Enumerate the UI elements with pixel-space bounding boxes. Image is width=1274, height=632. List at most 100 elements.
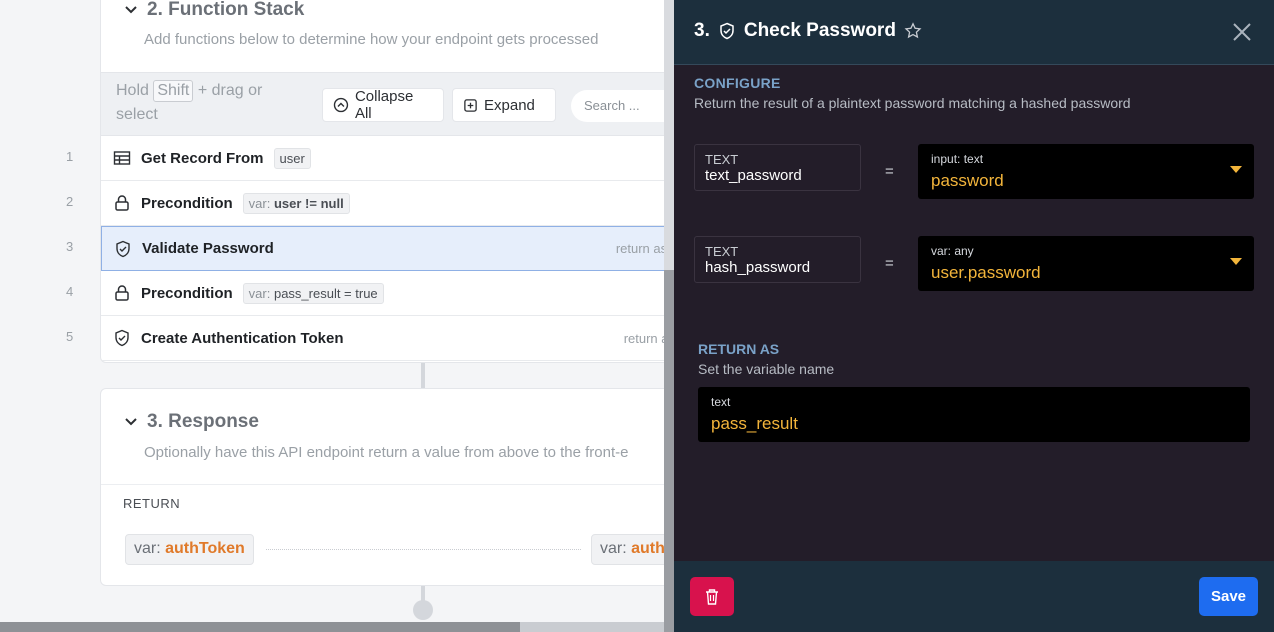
response-header[interactable]: 3. Response: [123, 411, 259, 433]
lock-icon: [115, 195, 129, 211]
pill-value: authToken: [165, 540, 245, 557]
expand-button[interactable]: Expand: [452, 88, 556, 122]
function-row-5[interactable]: Create Authentication Token return as: [101, 316, 674, 361]
add-step-knob[interactable]: [413, 600, 433, 620]
param-name: hash_password: [705, 259, 811, 276]
value-type: input: text: [931, 152, 984, 166]
search-input[interactable]: Search ...: [571, 90, 674, 122]
panel-header: 3. Check Password: [674, 0, 1274, 65]
stack-toolbar: Hold Shift + drag or select Collapse All…: [101, 72, 674, 136]
return-label: RETURN: [123, 496, 181, 511]
connector-line: [421, 363, 425, 388]
chevron-down-icon[interactable]: [123, 414, 139, 430]
function-settings-panel: 3. Check Password CONFIGURE Return the r…: [674, 0, 1274, 632]
expand-label: Expand: [484, 96, 535, 114]
collapse-all-button[interactable]: Collapse All: [322, 88, 444, 122]
shield-check-icon: [720, 22, 734, 40]
close-icon[interactable]: [1230, 20, 1254, 44]
hash-password-value-select[interactable]: var: any user.password: [918, 236, 1254, 291]
function-row-4[interactable]: Precondition var: pass_result = true: [101, 271, 674, 316]
chip-key: var:: [248, 285, 271, 301]
response-title: 3. Response: [147, 411, 259, 432]
response-card: 3. Response Optionally have this API end…: [100, 388, 674, 586]
equals-sign: =: [885, 255, 894, 272]
return-variable-value[interactable]: pass_result: [711, 413, 1237, 435]
pill-key: var:: [134, 540, 161, 557]
response-subtitle: Optionally have this API endpoint return…: [144, 444, 629, 461]
function-row-2[interactable]: Precondition var: user != null: [101, 181, 674, 226]
collapse-all-label: Collapse All: [354, 88, 414, 122]
function-title: Get Record From: [141, 149, 264, 167]
value-type: var: any: [931, 244, 974, 258]
panel-title: 3. Check Password: [694, 20, 922, 42]
table-chip: user: [273, 147, 311, 169]
chip-key: var:: [248, 195, 271, 211]
shift-key: Shift: [153, 80, 194, 102]
param-text-password: TEXT text_password: [694, 144, 861, 191]
equals-sign: =: [885, 163, 894, 180]
delete-button[interactable]: [690, 577, 734, 616]
function-list: Get Record From user ret Precondition va…: [101, 136, 674, 361]
chevron-down-icon[interactable]: [123, 2, 139, 18]
panel-footer: Save: [674, 561, 1274, 632]
dotted-connector: [266, 549, 581, 550]
star-icon[interactable]: [904, 22, 922, 40]
param-type: TEXT: [705, 244, 739, 259]
function-title: Validate Password: [142, 240, 274, 257]
panel-title-text: Check Password: [743, 20, 896, 41]
expand-icon: [464, 98, 477, 112]
vertical-scrollbar[interactable]: [664, 0, 674, 632]
value: user.password: [931, 263, 1041, 282]
table-icon: [113, 151, 131, 165]
caret-down-icon[interactable]: [1230, 258, 1242, 265]
save-button[interactable]: Save: [1199, 577, 1258, 616]
return-variable-pill[interactable]: var: authToken: [125, 534, 254, 565]
shield-check-icon: [115, 329, 129, 347]
function-stack-subtitle: Add functions below to determine how you…: [144, 31, 599, 48]
param-name: text_password: [705, 167, 802, 184]
line-number: 4: [66, 284, 74, 299]
return-as-label: RETURN AS: [698, 341, 780, 357]
scrollbar-thumb[interactable]: [0, 622, 520, 632]
line-number: 1: [66, 149, 74, 164]
chip-value: pass_result = true: [273, 285, 378, 301]
param-type: TEXT: [705, 152, 739, 167]
condition-chip: var: user != null: [242, 192, 350, 214]
param-hash-password: TEXT hash_password: [694, 236, 861, 283]
return-type: text: [711, 395, 731, 409]
value: password: [931, 171, 1004, 190]
configure-description: Return the result of a plaintext passwor…: [694, 95, 1131, 111]
lock-icon: [115, 285, 129, 301]
function-stack-header[interactable]: 2. Function Stack: [123, 0, 304, 21]
pill-value: auth: [631, 540, 665, 557]
return-meta-label: return as: [615, 241, 668, 256]
divider: [101, 484, 674, 485]
line-number: 2: [66, 194, 74, 209]
line-number: 3: [66, 239, 74, 254]
collapse-icon: [333, 97, 349, 113]
drag-hint: Hold Shift + drag or select: [116, 79, 286, 127]
text-password-value-select[interactable]: input: text password: [918, 144, 1254, 199]
trash-icon: [706, 588, 718, 605]
function-title: Create Authentication Token: [141, 329, 344, 347]
function-row-1[interactable]: Get Record From user ret: [101, 136, 674, 181]
panel-step-number: 3.: [694, 20, 710, 41]
shield-check-icon: [116, 240, 130, 257]
horizontal-scrollbar[interactable]: [0, 622, 674, 632]
function-stack-title: 2. Function Stack: [147, 0, 305, 20]
return-variable-pill[interactable]: var: auth: [591, 534, 674, 565]
configure-label: CONFIGURE: [694, 75, 781, 91]
function-title: Precondition: [141, 284, 233, 302]
caret-down-icon[interactable]: [1230, 166, 1242, 173]
function-title: Precondition: [141, 194, 233, 212]
drag-hint-pre: Hold: [116, 82, 149, 99]
chip-value: user != null: [273, 195, 344, 211]
function-stack-card: 2. Function Stack Add functions below to…: [100, 0, 674, 363]
return-variable-input[interactable]: text pass_result: [698, 387, 1250, 442]
scrollbar-thumb[interactable]: [664, 270, 674, 632]
return-as-description: Set the variable name: [698, 361, 835, 377]
function-row-3[interactable]: Validate Password return as p: [101, 226, 674, 271]
condition-chip: var: pass_result = true: [242, 282, 384, 304]
pill-key: var:: [600, 540, 627, 557]
function-editor: 2. Function Stack Add functions below to…: [0, 0, 674, 632]
